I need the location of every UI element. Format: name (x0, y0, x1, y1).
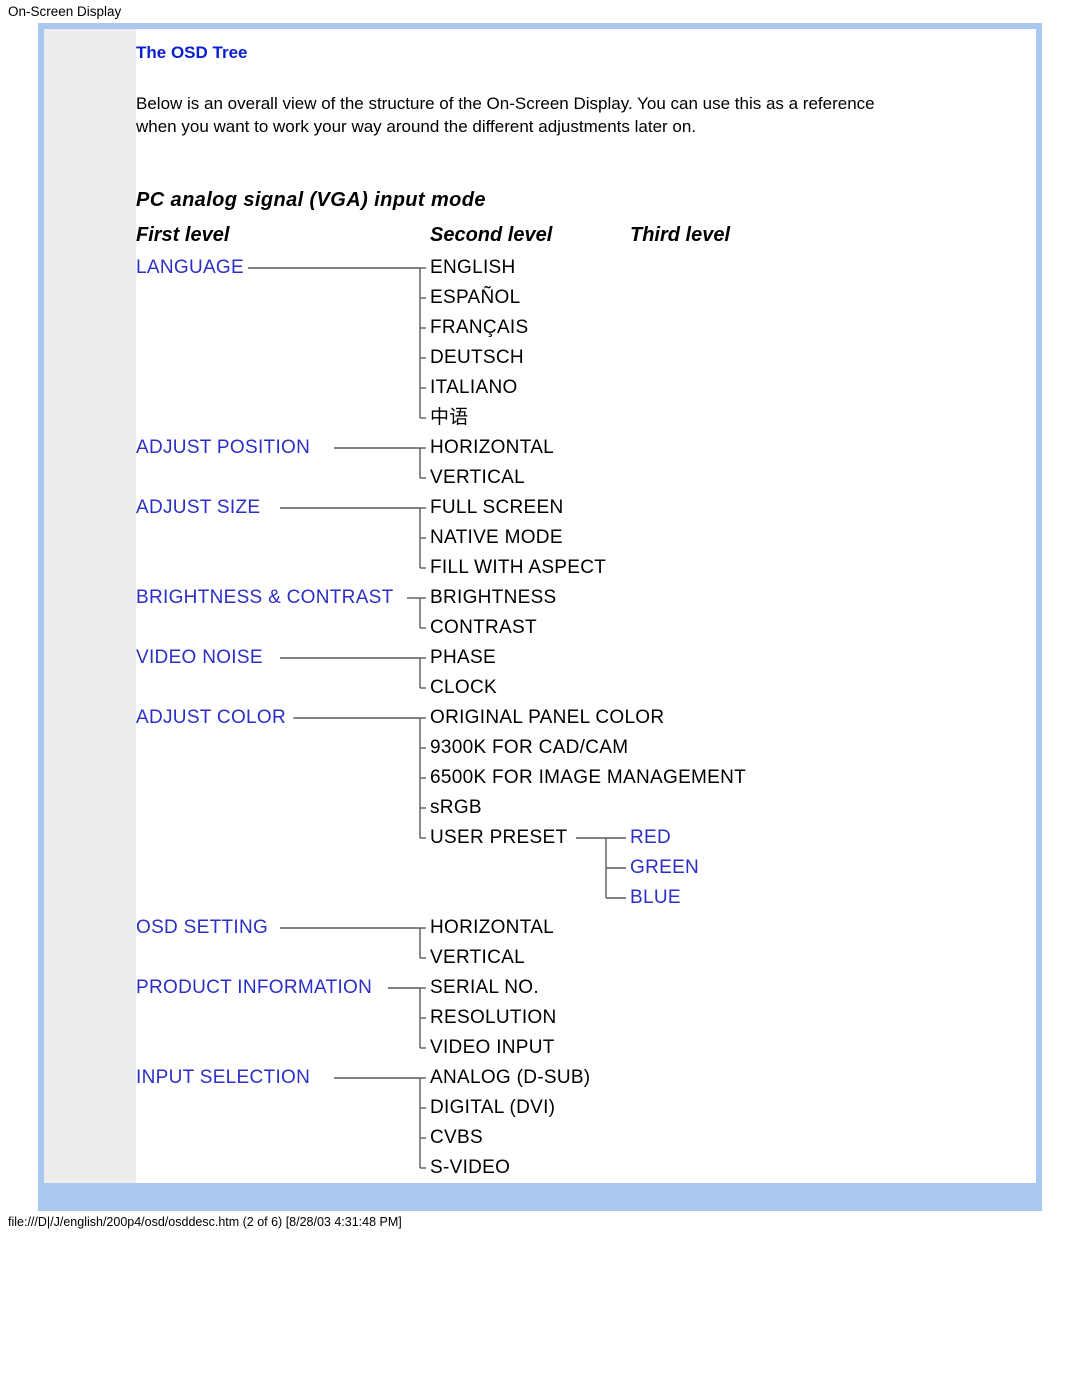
level-headers: First level Second level Third level (136, 224, 1036, 247)
third-level-label: BLUE (630, 887, 681, 908)
second-level-label: FULL SCREEN (430, 497, 564, 518)
second-level-item: SERIAL NO. (430, 973, 539, 1003)
second-level-label: FRANÇAIS (430, 317, 528, 338)
first-level-item: ADJUST SIZE (136, 493, 260, 523)
second-level-label: VIDEO INPUT (430, 1037, 555, 1058)
level-1-header: First level (136, 224, 430, 247)
second-level-item: FILL WITH ASPECT (430, 553, 606, 583)
second-level-item: RESOLUTION (430, 1003, 557, 1033)
third-level-item: RED (630, 823, 671, 853)
second-level-label: 9300K FOR CAD/CAM (430, 737, 628, 758)
first-level-item: OSD SETTING (136, 913, 268, 943)
section-title: The OSD Tree (136, 43, 1036, 63)
second-level-item: USER PRESET (430, 823, 567, 853)
second-level-item: 9300K FOR CAD/CAM (430, 733, 628, 763)
first-level-label: LANGUAGE (136, 253, 244, 283)
first-level-item: VIDEO NOISE (136, 643, 263, 673)
third-level-label: RED (630, 827, 671, 848)
second-level-label: ENGLISH (430, 257, 516, 278)
second-level-label: RESOLUTION (430, 1007, 557, 1028)
page-header: On-Screen Display (0, 0, 1080, 23)
second-level-label: ANALOG (D-SUB) (430, 1067, 590, 1088)
first-level-item: PRODUCT INFORMATION (136, 973, 372, 1003)
first-level-label: PRODUCT INFORMATION (136, 973, 372, 1003)
second-level-item: HORIZONTAL (430, 433, 554, 463)
first-level-item: ADJUST POSITION (136, 433, 310, 463)
third-level-item: GREEN (630, 853, 699, 883)
second-level-label: CONTRAST (430, 617, 537, 638)
second-level-label: ORIGINAL PANEL COLOR (430, 707, 664, 728)
second-level-label: 中语 (430, 407, 469, 428)
second-level-item: NATIVE MODE (430, 523, 563, 553)
second-level-item: ESPAÑOL (430, 283, 520, 313)
second-level-label: ITALIANO (430, 377, 518, 398)
first-level-label: ADJUST SIZE (136, 493, 260, 523)
second-level-label: CLOCK (430, 677, 497, 698)
second-level-label: DIGITAL (DVI) (430, 1097, 555, 1118)
second-level-item: ORIGINAL PANEL COLOR (430, 703, 664, 733)
second-level-item: CONTRAST (430, 613, 537, 643)
second-level-item: ENGLISH (430, 253, 516, 283)
second-level-item: FULL SCREEN (430, 493, 564, 523)
second-level-label: VERTICAL (430, 947, 525, 968)
second-level-label: SERIAL NO. (430, 977, 539, 998)
left-gutter (44, 29, 136, 1183)
second-level-item: 中语 (430, 403, 469, 433)
tree-mode-heading: PC analog signal (VGA) input mode (136, 189, 1036, 212)
osd-tree: LANGUAGE ENGLISH ESPAÑOL FRANÇAIS DEUTSCH ITA… (136, 253, 1036, 1183)
second-level-label: NATIVE MODE (430, 527, 563, 548)
second-level-item: FRANÇAIS (430, 313, 528, 343)
second-level-item: VIDEO INPUT (430, 1033, 555, 1063)
level-2-header: Second level (430, 224, 630, 247)
second-level-item: CVBS (430, 1123, 483, 1153)
second-level-item: VERTICAL (430, 943, 525, 973)
level-3-header: Third level (630, 224, 730, 247)
first-level-label: ADJUST POSITION (136, 433, 310, 463)
blue-band: The OSD Tree Below is an overall view of… (38, 23, 1042, 1211)
second-level-label: 6500K FOR IMAGE MANAGEMENT (430, 767, 746, 788)
second-level-item: ITALIANO (430, 373, 518, 403)
second-level-item: ANALOG (D-SUB) (430, 1063, 590, 1093)
third-level-label: GREEN (630, 857, 699, 878)
first-level-label: INPUT SELECTION (136, 1063, 310, 1093)
first-level-item: BRIGHTNESS & CONTRAST (136, 583, 394, 613)
second-level-label: HORIZONTAL (430, 917, 554, 938)
intro-text: Below is an overall view of the structur… (136, 93, 906, 139)
second-level-item: VERTICAL (430, 463, 525, 493)
second-level-label: DEUTSCH (430, 347, 524, 368)
second-level-item: PHASE (430, 643, 496, 673)
third-level-item: BLUE (630, 883, 681, 913)
second-level-item: BRIGHTNESS (430, 583, 557, 613)
first-level-label: ADJUST COLOR (136, 703, 286, 733)
second-level-label: CVBS (430, 1127, 483, 1148)
bottom-blue-strip (744, 1183, 924, 1205)
second-level-item: DIGITAL (DVI) (430, 1093, 555, 1123)
second-level-label: ESPAÑOL (430, 287, 520, 308)
second-level-item: DEUTSCH (430, 343, 524, 373)
second-level-item: sRGB (430, 793, 482, 823)
second-level-item: S-VIDEO (430, 1153, 510, 1183)
first-level-item: ADJUST COLOR (136, 703, 286, 733)
second-level-item: CLOCK (430, 673, 497, 703)
first-level-label: VIDEO NOISE (136, 643, 263, 673)
second-level-label: S-VIDEO (430, 1157, 510, 1178)
second-level-label: FILL WITH ASPECT (430, 557, 606, 578)
first-level-label: BRIGHTNESS & CONTRAST (136, 583, 394, 613)
second-level-item: 6500K FOR IMAGE MANAGEMENT (430, 763, 746, 793)
second-level-label: VERTICAL (430, 467, 525, 488)
second-level-label: HORIZONTAL (430, 437, 554, 458)
second-level-label: sRGB (430, 797, 482, 818)
first-level-item: INPUT SELECTION (136, 1063, 310, 1093)
first-level-label: OSD SETTING (136, 913, 268, 943)
page-footer: file:///D|/J/english/200p4/osd/osddesc.h… (0, 1211, 1080, 1233)
second-level-label: PHASE (430, 647, 496, 668)
second-level-label: BRIGHTNESS (430, 587, 557, 608)
second-level-label: USER PRESET (430, 827, 567, 848)
first-level-item: LANGUAGE (136, 253, 244, 283)
second-level-item: HORIZONTAL (430, 913, 554, 943)
